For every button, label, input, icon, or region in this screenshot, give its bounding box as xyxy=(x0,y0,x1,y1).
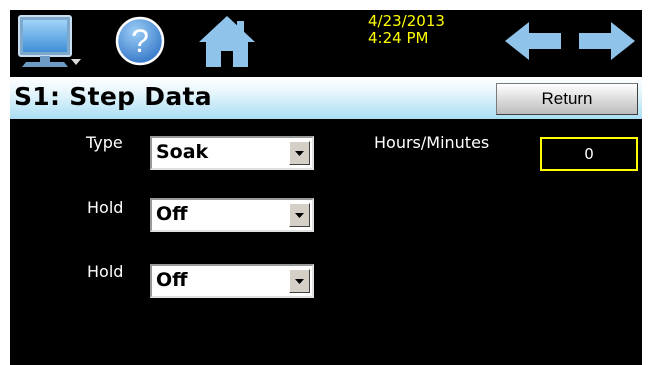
top-toolbar: ? 4/23/2013 4:24 PM xyxy=(10,10,642,72)
hours-minutes-label: Hours/Minutes xyxy=(374,133,490,152)
hold-select-2[interactable]: Off xyxy=(150,264,314,298)
chevron-down-icon xyxy=(295,212,304,218)
svg-text:?: ? xyxy=(131,23,149,59)
chevron-down-icon xyxy=(295,150,304,156)
monitor-button[interactable] xyxy=(10,10,88,72)
help-button[interactable]: ? xyxy=(110,10,170,72)
help-icon: ? xyxy=(115,16,165,66)
datetime-display: 4/23/2013 4:24 PM xyxy=(368,13,445,47)
type-select[interactable]: Soak xyxy=(150,136,314,170)
hold-select-value: Off xyxy=(156,203,188,225)
touch-screen: ? 4/23/2013 4:24 PM S1: Step Data Return… xyxy=(10,10,642,365)
type-select-value: Soak xyxy=(156,141,209,163)
forward-arrow-icon xyxy=(579,22,635,60)
forward-button[interactable] xyxy=(574,10,640,72)
hold-label: Hold xyxy=(87,198,124,217)
hours-minutes-input[interactable]: 0 xyxy=(540,137,638,171)
hold-label-2: Hold xyxy=(87,262,124,281)
hold-dropdown-arrow[interactable] xyxy=(289,203,310,227)
date-text: 4/23/2013 xyxy=(368,12,445,30)
hold-select[interactable]: Off xyxy=(150,198,314,232)
home-button[interactable] xyxy=(192,10,262,72)
home-icon xyxy=(199,16,255,67)
back-button[interactable] xyxy=(500,10,566,72)
chevron-down-icon xyxy=(295,278,304,284)
hold-select-2-value: Off xyxy=(156,269,188,291)
hold-2-dropdown-arrow[interactable] xyxy=(289,269,310,293)
title-bar: S1: Step Data Return xyxy=(10,77,642,119)
return-button[interactable]: Return xyxy=(496,83,638,115)
time-text: 4:24 PM xyxy=(368,29,429,47)
type-dropdown-arrow[interactable] xyxy=(289,141,310,165)
type-label: Type xyxy=(86,133,123,152)
page-title: S1: Step Data xyxy=(14,82,212,111)
monitor-icon xyxy=(18,15,81,67)
back-arrow-icon xyxy=(505,22,561,60)
